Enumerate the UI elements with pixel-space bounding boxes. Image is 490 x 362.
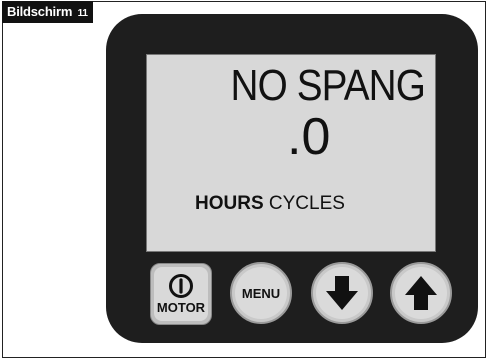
display-line-1: NO SPANG (230, 61, 426, 110)
down-button-face (316, 267, 368, 319)
motor-button[interactable]: MOTOR (150, 263, 212, 325)
power-icon (169, 274, 193, 298)
lcd-display: NO SPANG .0 HOURS CYCLES (146, 54, 436, 252)
control-panel: NO SPANG .0 HOURS CYCLES MOTOR MENU (106, 14, 478, 343)
arrow-down-icon (326, 276, 358, 310)
up-button-face (395, 267, 447, 319)
figure-label-text: Bildschirm (7, 4, 73, 19)
menu-button[interactable]: MENU (230, 262, 292, 324)
arrow-up-icon (405, 276, 437, 310)
figure-label-number: 11 (77, 8, 88, 19)
up-button[interactable] (390, 262, 452, 324)
display-line-2: .0 (287, 108, 331, 166)
display-line-3: HOURS CYCLES (195, 193, 345, 215)
motor-button-label: MOTOR (156, 300, 206, 315)
motor-button-face: MOTOR (154, 267, 208, 321)
menu-button-label: MENU (241, 285, 281, 301)
down-button[interactable] (311, 262, 373, 324)
menu-button-face: MENU (235, 267, 287, 319)
figure-label: Bildschirm 11 (2, 1, 93, 23)
display-cycles-label: CYCLES (268, 193, 345, 214)
display-hours-label: HOURS (195, 193, 264, 214)
